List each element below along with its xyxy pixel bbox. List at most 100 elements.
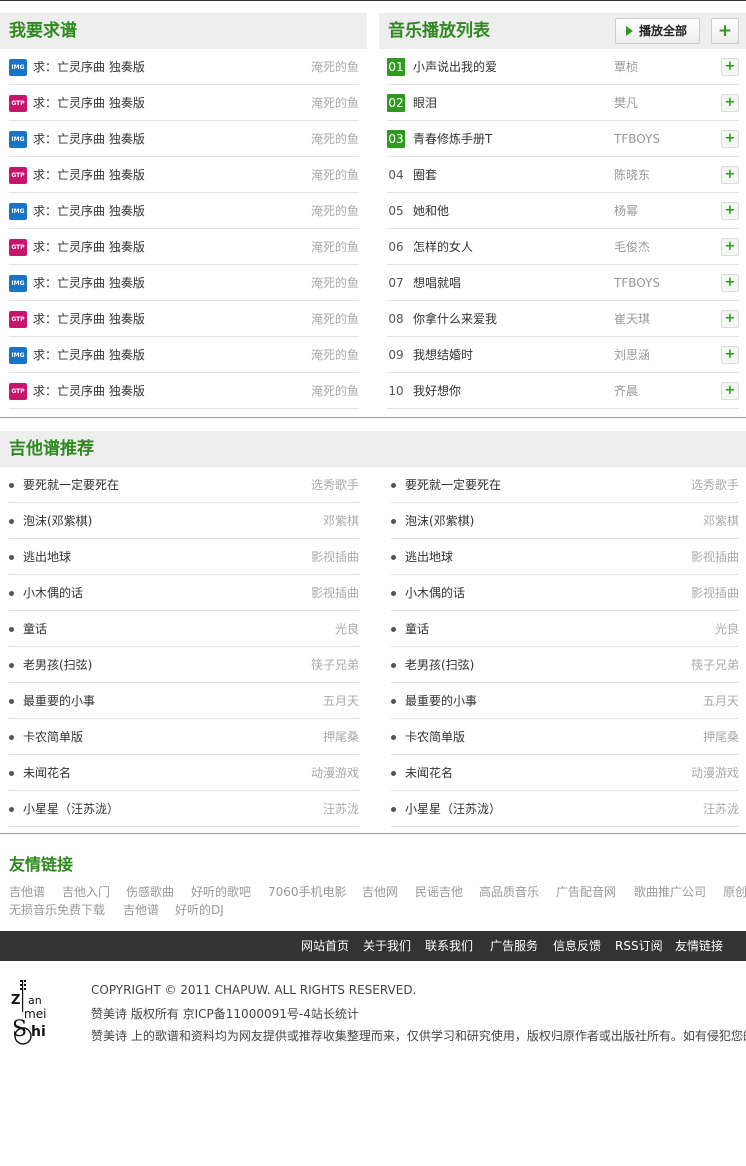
- recommend-row[interactable]: 未闻花名 动漫游戏: [391, 755, 739, 791]
- add-song-button[interactable]: +: [721, 166, 739, 184]
- recommend-title[interactable]: 最重要的小事: [405, 683, 477, 719]
- request-title[interactable]: 求：亡灵序曲 独奏版: [33, 121, 145, 157]
- song-title[interactable]: 眼泪: [413, 85, 437, 121]
- friend-link[interactable]: 好听的DJ: [175, 901, 224, 918]
- recommend-category[interactable]: 邓紫棋: [703, 503, 739, 539]
- friend-link[interactable]: 原创: [723, 883, 746, 900]
- song-row[interactable]: 06 怎样的女人 毛俊杰 +: [387, 229, 739, 265]
- request-user[interactable]: 淹死的鱼: [311, 121, 359, 157]
- recommend-title[interactable]: 泡沫(邓紫棋): [23, 503, 92, 539]
- recommend-title[interactable]: 卡农简单版: [405, 719, 465, 755]
- recommend-title[interactable]: 童话: [405, 611, 429, 647]
- recommend-category[interactable]: 五月天: [703, 683, 739, 719]
- recommend-category[interactable]: 选秀歌手: [311, 467, 359, 503]
- recommend-title[interactable]: 小木偶的话: [23, 575, 83, 611]
- request-row[interactable]: IMG 求：亡灵序曲 独奏版 淹死的鱼: [9, 193, 359, 229]
- add-all-button[interactable]: +: [711, 18, 739, 44]
- friend-link[interactable]: 吉他网: [362, 883, 398, 900]
- add-song-button[interactable]: +: [721, 310, 739, 328]
- song-title[interactable]: 想唱就唱: [413, 265, 461, 301]
- song-artist[interactable]: 齐晨: [614, 373, 638, 409]
- song-row[interactable]: 08 你拿什么来爱我 崔天琪 +: [387, 301, 739, 337]
- request-row[interactable]: IMG 求：亡灵序曲 独奏版 淹死的鱼: [9, 121, 359, 157]
- friend-link[interactable]: 无损音乐免费下载: [9, 901, 105, 918]
- recommend-row[interactable]: 小星星（汪苏泷） 汪苏泷: [9, 791, 359, 827]
- request-user[interactable]: 淹死的鱼: [311, 157, 359, 193]
- recommend-row[interactable]: 卡农简单版 押尾桑: [9, 719, 359, 755]
- song-artist[interactable]: 杨幂: [614, 193, 638, 229]
- request-title[interactable]: 求：亡灵序曲 独奏版: [33, 337, 145, 373]
- song-artist[interactable]: 刘思涵: [614, 337, 650, 373]
- footer-nav-item[interactable]: 关于我们: [363, 931, 411, 961]
- song-title[interactable]: 小声说出我的爱: [413, 49, 497, 85]
- recommend-category[interactable]: 筷子兄弟: [311, 647, 359, 683]
- song-title[interactable]: 我好想你: [413, 373, 461, 409]
- recommend-row[interactable]: 小木偶的话 影视插曲: [9, 575, 359, 611]
- request-row[interactable]: GTP 求：亡灵序曲 独奏版 淹死的鱼: [9, 157, 359, 193]
- song-row[interactable]: 02 眼泪 樊凡 +: [387, 85, 739, 121]
- friend-link[interactable]: 吉他入门: [62, 883, 110, 900]
- song-title[interactable]: 青春修炼手册T: [413, 121, 492, 157]
- recommend-category[interactable]: 押尾桑: [323, 719, 359, 755]
- recommend-title[interactable]: 泡沫(邓紫棋): [405, 503, 474, 539]
- friend-link[interactable]: 广告配音网: [556, 883, 616, 900]
- friend-link[interactable]: 吉他谱: [9, 883, 45, 900]
- recommend-title[interactable]: 小星星（汪苏泷）: [405, 791, 501, 827]
- recommend-row[interactable]: 小木偶的话 影视插曲: [391, 575, 739, 611]
- recommend-category[interactable]: 影视插曲: [311, 539, 359, 575]
- song-artist[interactable]: 樊凡: [614, 85, 638, 121]
- request-title[interactable]: 求：亡灵序曲 独奏版: [33, 373, 145, 409]
- request-user[interactable]: 淹死的鱼: [311, 301, 359, 337]
- song-title[interactable]: 我想结婚时: [413, 337, 473, 373]
- recommend-row[interactable]: 童话 光良: [9, 611, 359, 647]
- footer-nav-item[interactable]: 广告服务: [490, 931, 538, 961]
- request-user[interactable]: 淹死的鱼: [311, 373, 359, 409]
- add-song-button[interactable]: +: [721, 58, 739, 76]
- request-user[interactable]: 淹死的鱼: [311, 49, 359, 85]
- recommend-title[interactable]: 逃出地球: [23, 539, 71, 575]
- song-artist[interactable]: TFBOYS: [614, 265, 660, 301]
- recommend-title[interactable]: 逃出地球: [405, 539, 453, 575]
- request-row[interactable]: GTP 求：亡灵序曲 独奏版 淹死的鱼: [9, 373, 359, 409]
- footer-nav-item[interactable]: 友情链接: [675, 931, 723, 961]
- friend-link[interactable]: 民谣吉他: [415, 883, 463, 900]
- request-row[interactable]: GTP 求：亡灵序曲 独奏版 淹死的鱼: [9, 301, 359, 337]
- request-title[interactable]: 求：亡灵序曲 独奏版: [33, 157, 145, 193]
- footer-nav-item[interactable]: RSS订阅: [615, 931, 663, 961]
- recommend-category[interactable]: 汪苏泷: [323, 791, 359, 827]
- recommend-category[interactable]: 押尾桑: [703, 719, 739, 755]
- song-artist[interactable]: 陈晓东: [614, 157, 650, 193]
- recommend-row[interactable]: 老男孩(扫弦) 筷子兄弟: [391, 647, 739, 683]
- recommend-title[interactable]: 老男孩(扫弦): [23, 647, 92, 683]
- add-song-button[interactable]: +: [721, 130, 739, 148]
- recommend-category[interactable]: 邓紫棋: [323, 503, 359, 539]
- request-title[interactable]: 求：亡灵序曲 独奏版: [33, 49, 145, 85]
- recommend-category[interactable]: 影视插曲: [311, 575, 359, 611]
- recommend-title[interactable]: 未闻花名: [23, 755, 71, 791]
- recommend-title[interactable]: 小木偶的话: [405, 575, 465, 611]
- recommend-row[interactable]: 要死就一定要死在 选秀歌手: [391, 467, 739, 503]
- recommend-category[interactable]: 光良: [335, 611, 359, 647]
- song-row[interactable]: 01 小声说出我的爱 覃桢 +: [387, 49, 739, 85]
- recommend-row[interactable]: 要死就一定要死在 选秀歌手: [9, 467, 359, 503]
- recommend-category[interactable]: 影视插曲: [691, 539, 739, 575]
- recommend-title[interactable]: 要死就一定要死在: [405, 467, 501, 503]
- song-title[interactable]: 圈套: [413, 157, 437, 193]
- recommend-title[interactable]: 最重要的小事: [23, 683, 95, 719]
- footer-nav-item[interactable]: 网站首页: [301, 931, 349, 961]
- friend-link[interactable]: 伤感歌曲: [126, 883, 174, 900]
- add-song-button[interactable]: +: [721, 382, 739, 400]
- song-row[interactable]: 09 我想结婚时 刘思涵 +: [387, 337, 739, 373]
- friend-link[interactable]: 高品质音乐: [479, 883, 539, 900]
- recommend-row[interactable]: 老男孩(扫弦) 筷子兄弟: [9, 647, 359, 683]
- play-all-button[interactable]: 播放全部: [615, 18, 700, 44]
- request-title[interactable]: 求：亡灵序曲 独奏版: [33, 265, 145, 301]
- song-title[interactable]: 怎样的女人: [413, 229, 473, 265]
- recommend-row[interactable]: 小星星（汪苏泷） 汪苏泷: [391, 791, 739, 827]
- recommend-title[interactable]: 小星星（汪苏泷）: [23, 791, 119, 827]
- recommend-category[interactable]: 动漫游戏: [311, 755, 359, 791]
- add-song-button[interactable]: +: [721, 238, 739, 256]
- song-row[interactable]: 03 青春修炼手册T TFBOYS +: [387, 121, 739, 157]
- recommend-category[interactable]: 选秀歌手: [691, 467, 739, 503]
- recommend-row[interactable]: 未闻花名 动漫游戏: [9, 755, 359, 791]
